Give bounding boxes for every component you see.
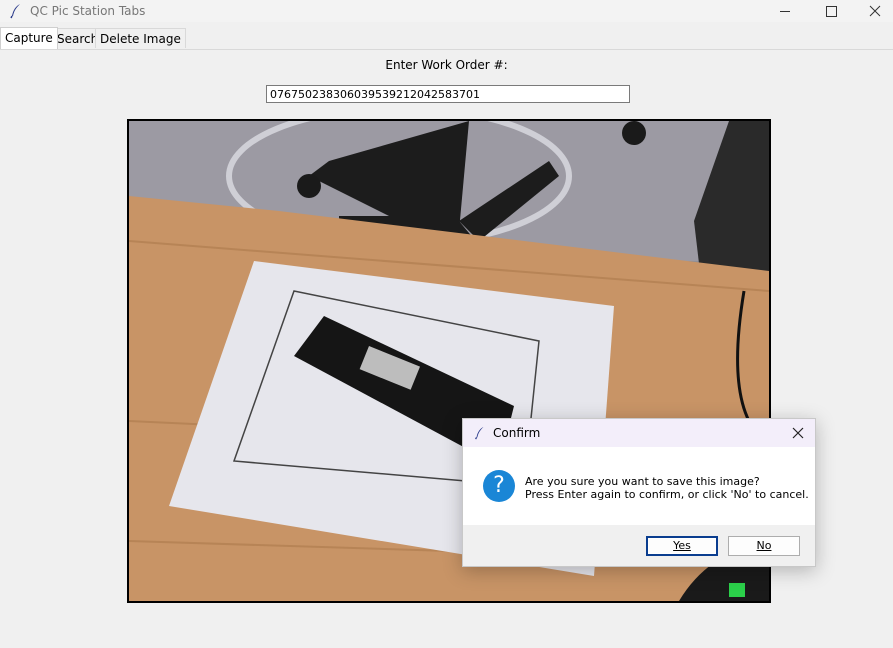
dialog-message-line2: Press Enter again to confirm, or click '…	[525, 488, 809, 501]
dialog-button-bar: Yes No	[463, 525, 815, 566]
yes-button-label: Yes	[673, 539, 691, 552]
no-button-label: No	[756, 539, 772, 552]
dialog-close-icon[interactable]	[789, 424, 807, 442]
no-button[interactable]: No	[728, 536, 800, 556]
feather-icon	[10, 4, 20, 19]
close-icon	[869, 5, 881, 17]
feather-icon	[475, 426, 484, 440]
dialog-message: Are you sure you want to save this image…	[525, 475, 809, 501]
dialog-titlebar: Confirm	[463, 419, 815, 447]
work-order-prompt: Enter Work Order #:	[385, 58, 508, 72]
minimize-button[interactable]	[762, 0, 808, 22]
close-window-button[interactable]	[852, 0, 893, 22]
work-order-input[interactable]	[266, 85, 630, 103]
window-title: QC Pic Station Tabs	[30, 4, 146, 18]
yes-button[interactable]: Yes	[646, 536, 718, 556]
maximize-button[interactable]	[808, 0, 854, 22]
question-icon: ?	[483, 470, 515, 502]
maximize-icon	[825, 5, 837, 17]
dialog-message-line1: Are you sure you want to save this image…	[525, 475, 760, 488]
window-titlebar: QC Pic Station Tabs	[0, 0, 893, 22]
dialog-title: Confirm	[493, 426, 541, 440]
confirm-dialog: Confirm ? Are you sure you want to save …	[462, 418, 816, 567]
tab-strip: Capture Search Delete Image	[0, 27, 893, 50]
tab-delete-image[interactable]: Delete Image	[95, 28, 186, 48]
minimize-icon	[780, 10, 790, 12]
tab-capture[interactable]: Capture	[0, 27, 58, 49]
